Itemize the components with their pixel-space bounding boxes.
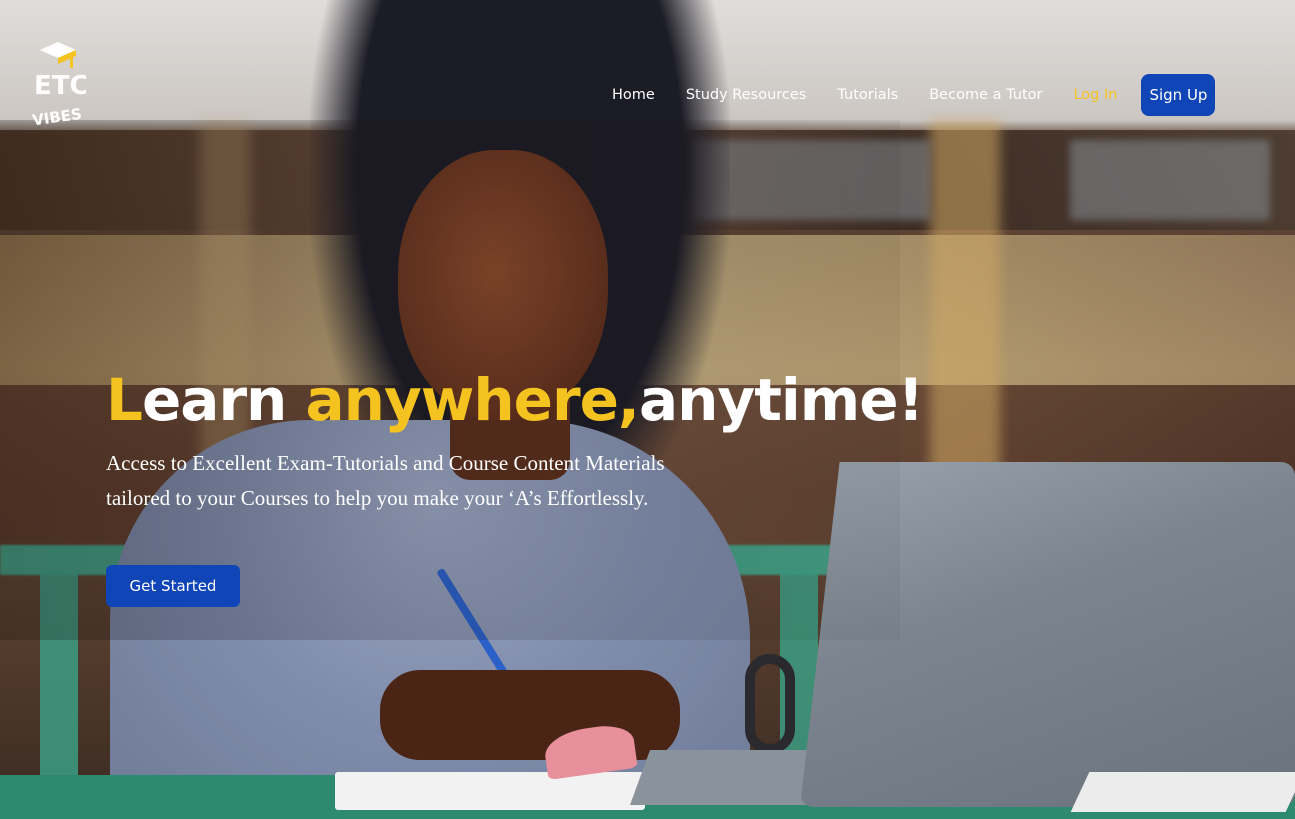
logo-text-top: ETC <box>34 71 86 101</box>
laptop-keyboard <box>629 750 831 805</box>
nav-home[interactable]: Home <box>612 87 655 103</box>
hero-headline: Learn anywhere,anytime! <box>106 362 924 438</box>
headline-end: anytime! <box>638 366 924 434</box>
background-window <box>1070 140 1270 220</box>
notebook <box>335 772 645 810</box>
logo-text-bottom: VIBES <box>31 105 83 128</box>
headline-first-letter: L <box>106 366 143 434</box>
hero-section: ETC VIBES Home Study Resources Tutorials… <box>0 0 1295 819</box>
sign-up-button[interactable]: Sign Up <box>1141 74 1216 116</box>
headphones <box>745 654 795 754</box>
main-nav: Home Study Resources Tutorials Become a … <box>612 74 1216 116</box>
headline-highlight: anywhere, <box>305 366 640 434</box>
nav-become-a-tutor[interactable]: Become a Tutor <box>929 87 1042 103</box>
hero-subtitle: Access to Excellent Exam-Tutorials and C… <box>106 451 665 510</box>
logo-icon: ETC VIBES <box>31 42 89 130</box>
papers <box>1070 772 1295 812</box>
nav-tutorials[interactable]: Tutorials <box>837 87 898 103</box>
nav-study-resources[interactable]: Study Resources <box>686 87 807 103</box>
student-hands <box>380 670 680 760</box>
get-started-button[interactable]: Get Started <box>106 565 240 607</box>
login-link[interactable]: Log In <box>1073 87 1117 103</box>
site-logo[interactable]: ETC VIBES <box>30 42 89 130</box>
headline-rest: earn <box>141 366 306 434</box>
